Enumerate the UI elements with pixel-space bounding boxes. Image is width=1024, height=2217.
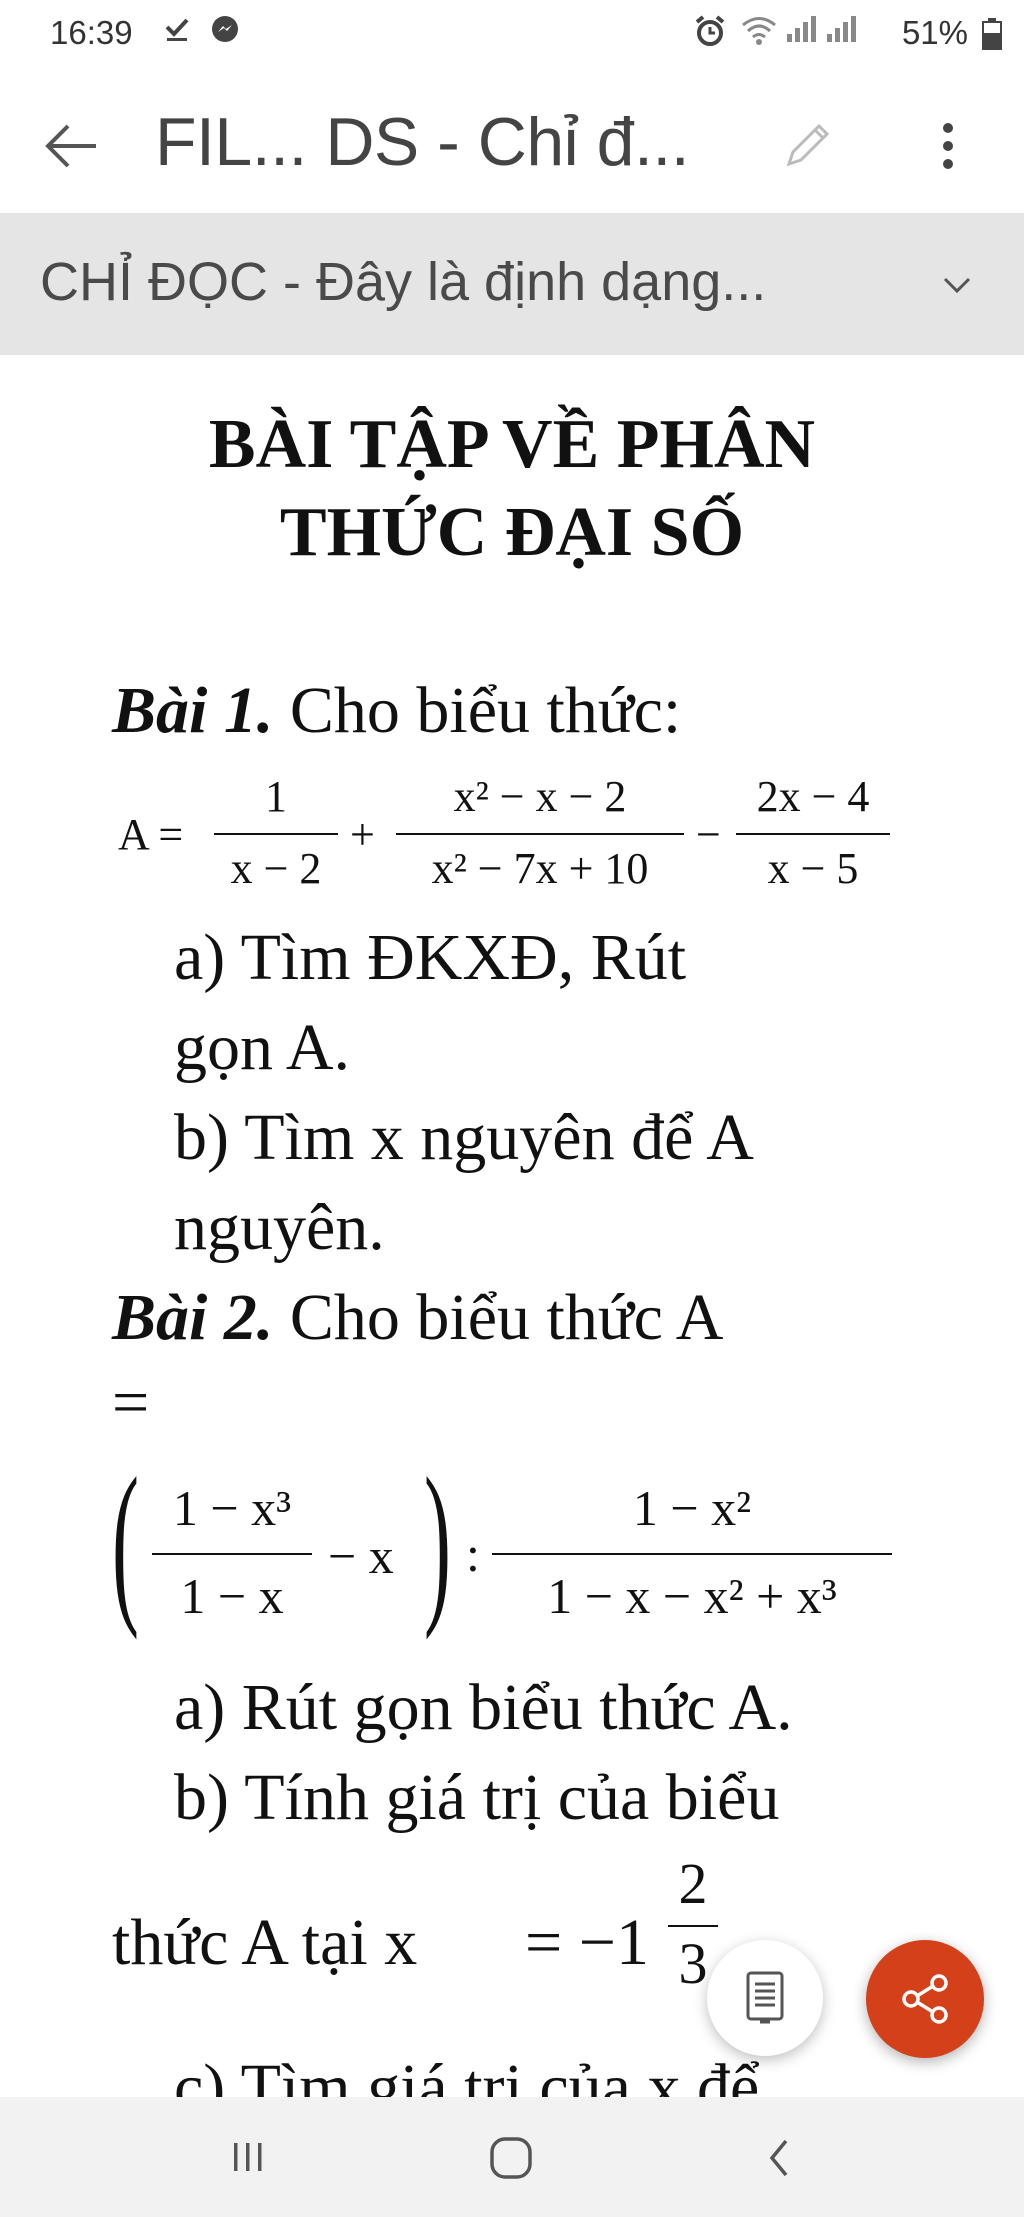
- fraction-denominator: x² − 7x + 10: [431, 844, 649, 893]
- share-icon: [897, 1971, 953, 2032]
- bai1-heading: Bài 1. Cho biểu thức:: [112, 673, 681, 749]
- formula1-lhs: A =: [118, 810, 184, 859]
- fraction-numerator: 2x − 4: [756, 772, 870, 821]
- read-only-banner[interactable]: CHỈ ĐỌC - Đây là định dạng...: [0, 213, 1024, 355]
- doc-title-line2: THỨC ĐẠI SỐ: [279, 494, 745, 571]
- document-title: FIL... DS - Chỉ đ...: [155, 104, 690, 180]
- bai2-heading: Bài 2. Cho biểu thức A: [112, 1280, 723, 1356]
- bai1-part-b-line2: nguyên.: [174, 1191, 385, 1264]
- download-done-icon: [162, 14, 192, 52]
- bai2-mixed-fraction: 2 3: [668, 1855, 718, 1993]
- document-page[interactable]: BÀI TẬP VỀ PHÂN THỨC ĐẠI SỐ Bài 1. Cho b…: [0, 355, 1024, 2097]
- home-icon[interactable]: [488, 2135, 534, 2186]
- bai2-equals: =: [112, 1366, 150, 1439]
- bai2-part-a: a) Rút gọn biểu thức A.: [174, 1671, 793, 1744]
- fraction-denominator: x − 5: [767, 844, 859, 893]
- chevron-down-icon[interactable]: [935, 263, 979, 307]
- formula2-fraction-1: 1 − x³ 1 − x: [152, 1483, 312, 1621]
- bai1-part-a-line1: a) Tìm ĐKXĐ, Rút: [174, 921, 687, 994]
- formula1-plus: +: [350, 810, 375, 859]
- share-button[interactable]: [866, 1940, 984, 2058]
- fraction-numerator: 1: [265, 772, 287, 821]
- fraction-denominator: 1 − x − x² + x³: [547, 1568, 837, 1624]
- fraction-numerator: x² − x − 2: [453, 772, 627, 821]
- wifi-icon: [740, 14, 778, 54]
- formula1-fraction-3: 2x − 4 x − 5: [736, 775, 890, 891]
- messenger-icon: [210, 14, 240, 52]
- app-bar: FIL... DS - Chỉ đ...: [0, 78, 1024, 213]
- formula2-paren-close: ): [424, 1441, 451, 1640]
- bai2-part-b-line1: b) Tính giá trị của biểu: [174, 1761, 780, 1834]
- fraction-numerator: 1 − x³: [172, 1480, 292, 1536]
- bai2-intro: Cho biểu thức A: [273, 1281, 724, 1354]
- document-icon: [745, 1970, 785, 2031]
- formula2-colon: :: [466, 1526, 480, 1582]
- signal-icon-1: [785, 14, 819, 52]
- status-bar: 16:39 51%: [0, 0, 1024, 78]
- fraction-denominator: x − 2: [230, 844, 322, 893]
- bai2-part-b-value: = −1: [525, 1906, 649, 1979]
- formula2-minus-x: − x: [328, 1528, 394, 1584]
- battery-icon: [982, 18, 1002, 55]
- pencil-icon[interactable]: [775, 114, 839, 178]
- bai2-part-c: c) Tìm giá trị của x để: [174, 2051, 760, 2097]
- formula2-paren-open: (: [112, 1441, 139, 1640]
- read-only-banner-text: CHỈ ĐỌC - Đây là định dạng...: [40, 252, 767, 312]
- bai1-intro: Cho biểu thức:: [273, 674, 682, 747]
- fraction-numerator: 1 − x²: [632, 1480, 752, 1536]
- doc-title-line1: BÀI TẬP VỀ PHÂN: [208, 406, 816, 483]
- fraction-numerator: 2: [678, 1851, 708, 1916]
- status-time: 16:39: [50, 14, 133, 51]
- formula2-fraction-2: 1 − x² 1 − x − x² + x³: [492, 1483, 892, 1621]
- bai1-part-b-line1: b) Tìm x nguyên để A: [174, 1101, 754, 1174]
- fraction-denominator: 1 − x: [180, 1568, 284, 1624]
- bai2-label: Bài 2.: [112, 1281, 274, 1354]
- fraction-denominator: 3: [678, 1931, 708, 1996]
- bai2-part-b-line2: thức A tại x: [112, 1906, 418, 1979]
- bai1-part-a-line2: gọn A.: [174, 1011, 351, 1084]
- back-arrow-icon[interactable]: [40, 114, 104, 178]
- recent-apps-icon[interactable]: [228, 2137, 268, 2182]
- battery-percent: 51%: [901, 14, 968, 51]
- formula1-fraction-1: 1 x − 2: [214, 775, 338, 891]
- formula1-fraction-2: x² − x − 2 x² − 7x + 10: [396, 775, 684, 891]
- bai1-label: Bài 1.: [112, 674, 274, 747]
- signal-icon-2: [825, 14, 859, 52]
- formula1-minus: −: [696, 810, 721, 859]
- nav-back-icon[interactable]: [760, 2135, 800, 2186]
- alarm-icon: [693, 14, 727, 56]
- read-mode-button[interactable]: [707, 1940, 823, 2056]
- more-vert-icon[interactable]: [920, 114, 976, 178]
- system-nav-bar: [0, 2097, 1024, 2217]
